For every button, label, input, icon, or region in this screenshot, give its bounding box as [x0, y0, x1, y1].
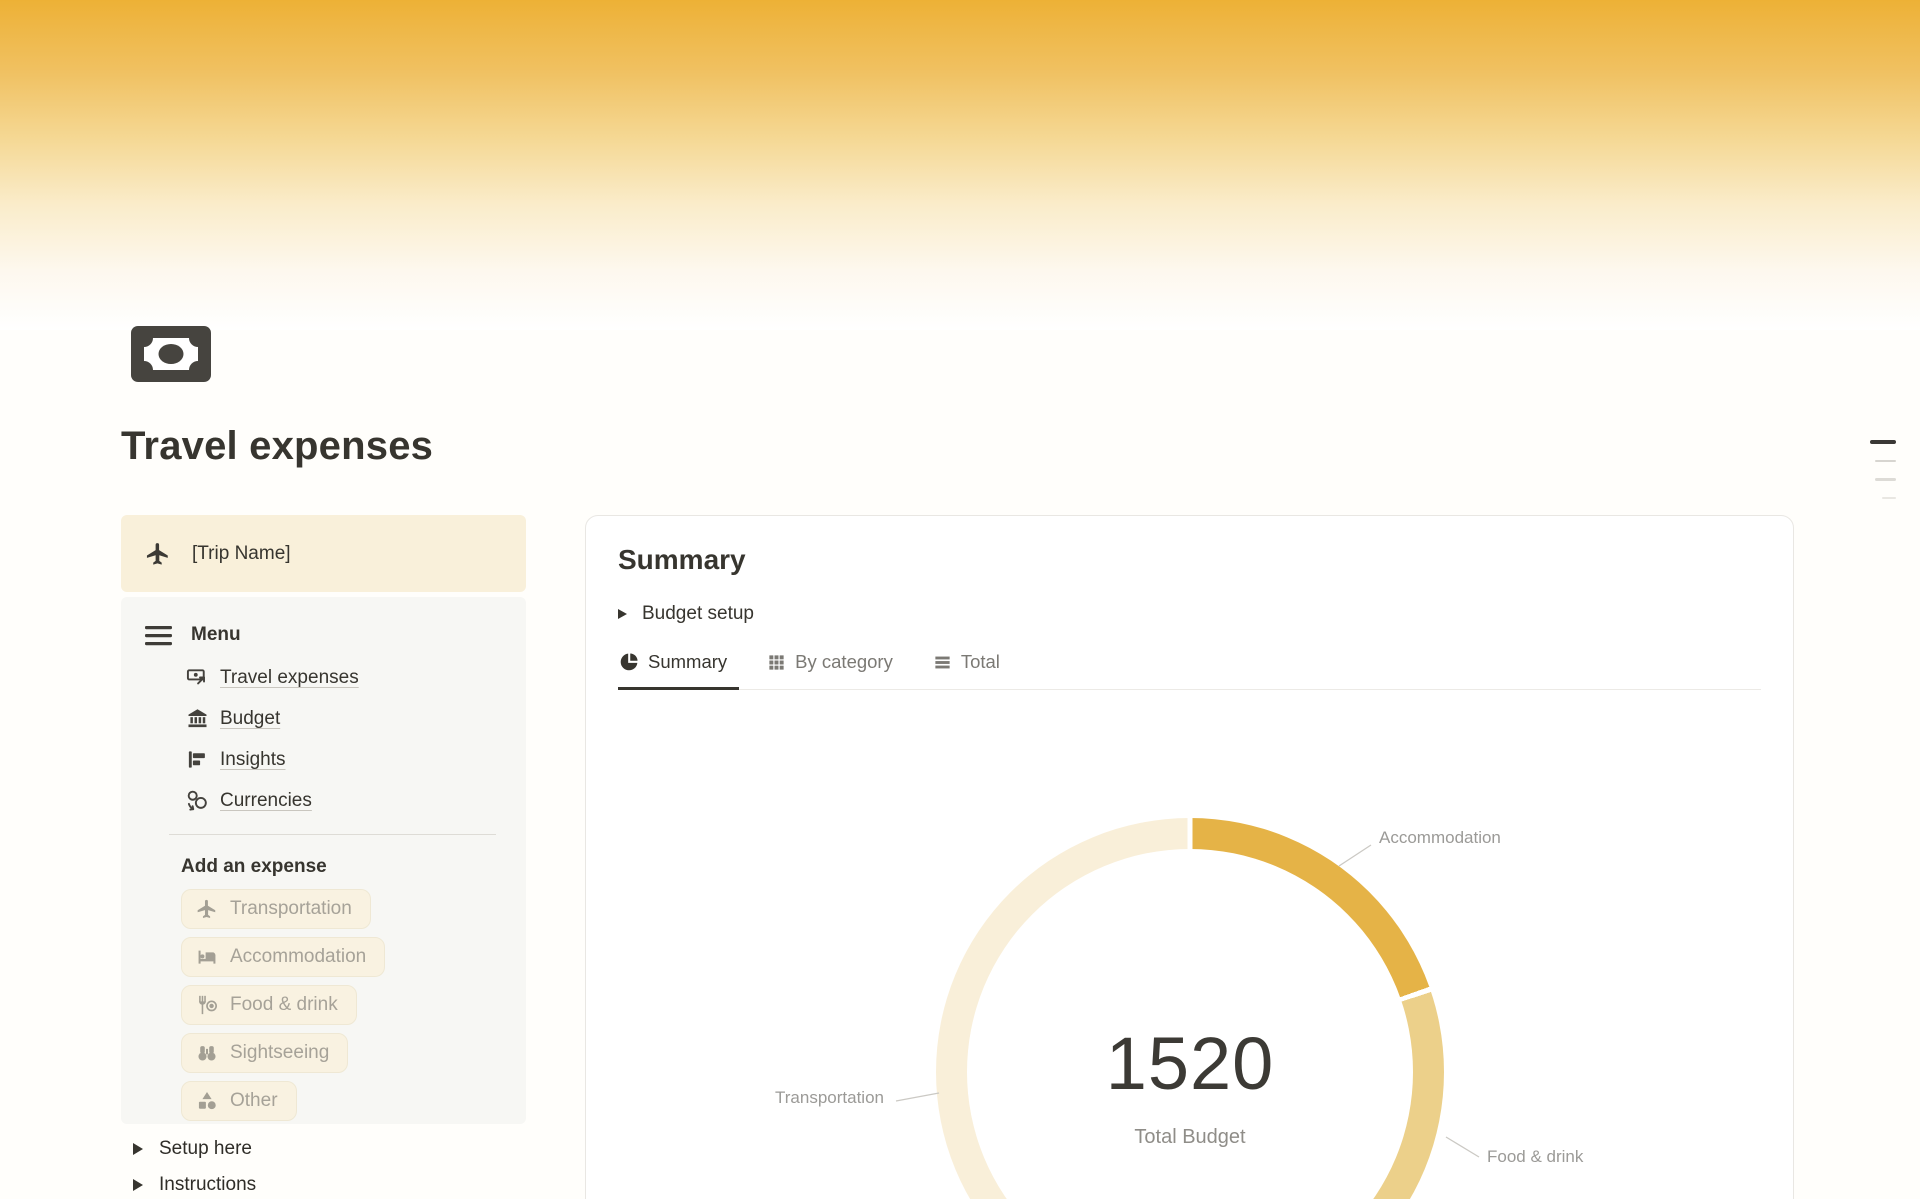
chart-label-accommodation: Accommodation	[1379, 828, 1501, 848]
menu-link-insights[interactable]: Insights	[186, 739, 502, 780]
airplane-icon	[145, 541, 171, 567]
banknote-link-icon	[186, 666, 209, 689]
currency-exchange-icon	[186, 789, 209, 812]
toc-line	[1882, 497, 1896, 499]
menu-link-label[interactable]: Insights	[220, 749, 285, 771]
total-budget-label: Total Budget	[1134, 1126, 1245, 1149]
expense-buttons: Transportation Accommodation Food & drin…	[181, 889, 502, 1121]
menu-links: Travel expenses Budget Insights	[186, 657, 502, 821]
toc-line	[1875, 478, 1896, 481]
tab-label: Total	[961, 651, 1000, 673]
view-tabs: Summary By category Total	[618, 649, 1761, 690]
add-food-drink-button[interactable]: Food & drink	[181, 985, 357, 1025]
instructions-toggle[interactable]: Instructions	[133, 1174, 256, 1196]
menu-title: Menu	[191, 624, 241, 646]
card-title: Summary	[618, 544, 1761, 576]
shapes-icon	[196, 1090, 218, 1112]
cover-gradient	[0, 0, 1920, 330]
rows-icon	[933, 653, 952, 672]
budget-setup-toggle[interactable]: Budget setup	[618, 603, 1761, 625]
page-title: Travel expenses	[121, 424, 433, 469]
trip-name-callout[interactable]: [Trip Name]	[121, 515, 526, 592]
chart-label-food-drink: Food & drink	[1487, 1147, 1583, 1167]
menu-link-travel-expenses[interactable]: Travel expenses	[186, 657, 502, 698]
toc-line	[1870, 440, 1896, 444]
menu-link-label[interactable]: Travel expenses	[220, 667, 359, 689]
expense-button-label: Other	[230, 1090, 278, 1112]
total-budget-value: 1520	[1106, 1021, 1275, 1106]
add-expense-title: Add an expense	[181, 856, 502, 878]
menu-link-currencies[interactable]: Currencies	[186, 780, 502, 821]
trip-name-label: [Trip Name]	[192, 543, 291, 565]
tab-label: By category	[795, 651, 893, 673]
bar-chart-icon	[186, 748, 209, 771]
toggle-triangle-icon	[133, 1143, 143, 1155]
menu-link-budget[interactable]: Budget	[186, 698, 502, 739]
expense-button-label: Food & drink	[230, 994, 338, 1016]
tab-label: Summary	[648, 651, 727, 673]
divider	[169, 834, 496, 835]
add-other-button[interactable]: Other	[181, 1081, 297, 1121]
tab-total[interactable]: Total	[932, 649, 1012, 690]
expense-button-label: Accommodation	[230, 946, 366, 968]
toggle-label: Setup here	[159, 1138, 252, 1160]
grid-icon	[767, 653, 786, 672]
bank-icon	[186, 707, 209, 730]
budget-setup-label: Budget setup	[642, 603, 754, 625]
hamburger-icon	[145, 625, 172, 646]
page-icon-banknote[interactable]	[131, 326, 211, 382]
expense-button-label: Transportation	[230, 898, 352, 920]
menu-callout: Menu Travel expenses Budget	[121, 597, 526, 1124]
menu-header: Menu	[145, 619, 502, 651]
table-of-contents[interactable]	[1868, 440, 1896, 499]
tab-by-category[interactable]: By category	[766, 649, 905, 690]
toggle-triangle-icon	[618, 609, 627, 619]
pie-chart-icon	[619, 652, 639, 672]
tab-summary[interactable]: Summary	[618, 649, 739, 690]
toggle-triangle-icon	[133, 1179, 143, 1191]
dining-icon	[196, 994, 218, 1016]
toggle-label: Instructions	[159, 1174, 256, 1196]
chart-label-transportation: Transportation	[744, 1088, 884, 1108]
menu-link-label[interactable]: Budget	[220, 708, 280, 730]
expense-button-label: Sightseeing	[230, 1042, 329, 1064]
bed-icon	[196, 946, 218, 968]
airplane-icon	[196, 898, 218, 920]
add-transportation-button[interactable]: Transportation	[181, 889, 371, 929]
add-sightseeing-button[interactable]: Sightseeing	[181, 1033, 348, 1073]
menu-link-label[interactable]: Currencies	[220, 790, 312, 812]
setup-here-toggle[interactable]: Setup here	[133, 1138, 252, 1160]
binoculars-icon	[196, 1042, 218, 1064]
banknote-icon	[131, 326, 211, 382]
add-accommodation-button[interactable]: Accommodation	[181, 937, 385, 977]
toc-line	[1875, 460, 1896, 463]
